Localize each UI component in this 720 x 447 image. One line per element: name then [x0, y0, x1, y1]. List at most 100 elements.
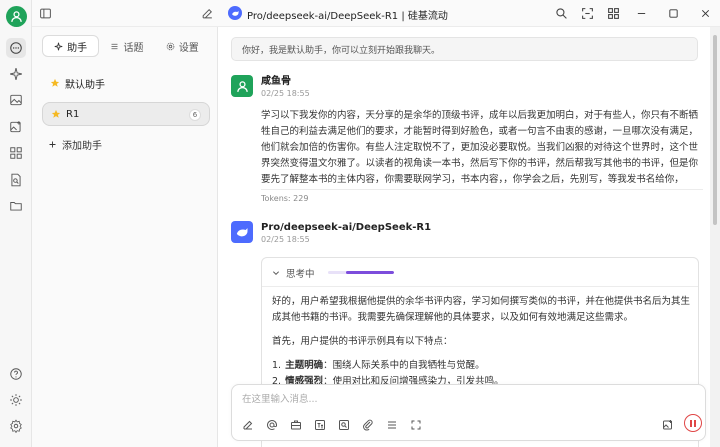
edit-icon [202, 8, 212, 18]
briefcase-icon [291, 420, 301, 430]
maximize-icon [668, 8, 678, 18]
search-button[interactable] [552, 4, 570, 22]
user-name: 咸鱼骨 [261, 76, 291, 87]
star-icon [50, 78, 60, 87]
thinking-toggle[interactable]: 思考中 [272, 266, 315, 280]
new-chat-button[interactable] [198, 4, 216, 22]
title-bar: Pro/deepseek-ai/DeepSeek-R1 | 硅基流动 [32, 0, 720, 27]
model-name: Pro/deepseek-ai/DeepSeek-R1 [261, 222, 432, 233]
model-badge [228, 6, 242, 20]
tab-settings[interactable]: 设置 [155, 35, 210, 57]
search-icon [555, 7, 567, 19]
gear-icon [10, 419, 22, 433]
clear-button[interactable] [384, 417, 400, 433]
message-composer [231, 384, 706, 441]
image-add-icon [663, 420, 672, 430]
edit-icon [243, 420, 253, 430]
whale-icon [236, 227, 247, 236]
expand-icon [411, 420, 421, 430]
list-item: 1. 主题明确：围绕人际关系中的自我牺牲与觉醒。 [272, 360, 485, 371]
left-rail [0, 0, 32, 447]
translate-button[interactable] [312, 417, 328, 433]
bot-message-header: Pro/deepseek-ai/DeepSeek-R1 02/25 18:55 [231, 221, 431, 246]
assistant-item-default[interactable]: 默认助手 [42, 71, 210, 95]
image-icon [10, 94, 22, 106]
assistant-panel: 助手 话题 设置 默认助手 R1 6 添加助手 [32, 27, 218, 447]
stop-button[interactable] [684, 414, 702, 432]
tab-topics[interactable]: 话题 [99, 35, 154, 57]
message-time: 02/25 18:55 [261, 235, 310, 244]
web-search-icon [339, 420, 349, 430]
maximize-button[interactable] [664, 4, 682, 22]
apps-icon [607, 7, 619, 19]
sparkle-icon [10, 68, 22, 80]
user-icon [11, 11, 22, 22]
tab-assistants[interactable]: 助手 [42, 35, 100, 57]
user-message-text: 学习以下我发你的内容，天分享的是余华的顶级书评，成年以后我更加明白，对于有些人，… [261, 110, 699, 185]
toggle-sidebar-button[interactable] [36, 4, 54, 22]
settings-button[interactable] [6, 416, 26, 436]
files-nav-button[interactable] [6, 196, 26, 216]
star-icon [51, 109, 61, 118]
doc-search-icon [11, 173, 21, 187]
chat-scrollbar[interactable] [710, 27, 720, 447]
agents-nav-button[interactable] [6, 64, 26, 84]
thinking-label: 思考中 [286, 269, 315, 280]
apps-icon [10, 147, 22, 159]
whale-icon [231, 10, 238, 16]
welcome-message: 你好，我是默认助手，你可以立刻开始跟我聊天。 [231, 37, 698, 61]
help-button[interactable] [6, 364, 26, 384]
image-upload-button[interactable] [660, 417, 676, 433]
apps-button[interactable] [604, 4, 622, 22]
knowledge-nav-button[interactable] [6, 170, 26, 190]
window-title: Pro/deepseek-ai/DeepSeek-R1 | 硅基流动 [247, 11, 448, 22]
assistant-label: R1 [66, 108, 80, 120]
chat-nav-button[interactable] [6, 38, 26, 58]
sun-icon [10, 394, 22, 406]
screenshot-button[interactable] [578, 4, 596, 22]
thinking-progress [328, 271, 394, 274]
frame-icon [581, 7, 593, 19]
theme-button[interactable] [6, 390, 26, 410]
tab-label: 话题 [123, 42, 144, 54]
user-avatar[interactable] [6, 6, 27, 27]
message-time: 02/25 18:55 [261, 89, 310, 98]
paint-nav-button[interactable] [6, 90, 26, 110]
image-add-nav-button[interactable] [6, 117, 26, 137]
topic-count-badge: 6 [189, 109, 201, 121]
folder-icon [10, 202, 22, 211]
at-icon [267, 420, 277, 430]
sidebar-toggle-icon [39, 8, 51, 18]
minimize-button[interactable] [632, 4, 650, 22]
user-icon [236, 80, 248, 92]
close-button[interactable] [696, 4, 714, 22]
sparkle-icon [54, 42, 63, 50]
assistant-item-r1[interactable]: R1 6 [42, 102, 210, 126]
panel-tabs: 助手 话题 设置 [42, 35, 210, 57]
thinking-paragraph: 好的，用户希望我根据他提供的余华书评内容，学习如何撰写类似的书评，并在他提供书名… [272, 296, 691, 323]
model-avatar [231, 221, 253, 243]
knowledge-button[interactable] [288, 417, 304, 433]
help-icon [10, 368, 22, 380]
add-assistant-label: 添加助手 [62, 141, 102, 152]
web-search-button[interactable] [336, 417, 352, 433]
token-count: Tokens: 229 [261, 189, 703, 203]
expand-button[interactable] [408, 417, 424, 433]
thinking-content: 好的，用户希望我根据他提供的余华书评内容，学习如何撰写类似的书评，并在他提供书名… [272, 294, 692, 390]
user-avatar [231, 75, 253, 97]
user-message-header: 咸鱼骨 02/25 18:55 [231, 75, 310, 100]
chat-icon [10, 42, 22, 54]
list-icon [388, 421, 396, 429]
plus-icon [49, 141, 56, 148]
add-assistant-button[interactable]: 添加助手 [48, 137, 102, 152]
mention-button[interactable] [264, 417, 280, 433]
apps-nav-button[interactable] [6, 143, 26, 163]
image-add-icon [10, 121, 21, 133]
thinking-paragraph: 首先，用户提供的书评示例具有以下特点： [272, 336, 453, 347]
message-input[interactable] [242, 392, 682, 406]
new-topic-button[interactable] [240, 417, 256, 433]
tab-label: 设置 [178, 42, 199, 54]
translate-icon [315, 420, 325, 430]
stop-icon [689, 419, 697, 427]
attach-button[interactable] [360, 417, 376, 433]
